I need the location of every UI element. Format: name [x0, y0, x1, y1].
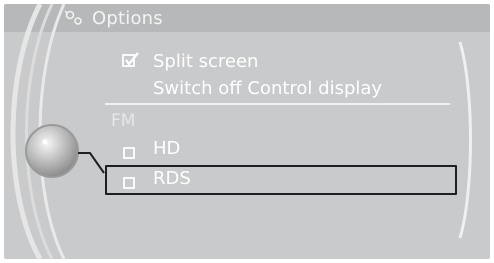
menu-item-switch-off-control-display[interactable]: Switch off Control display [153, 78, 382, 99]
menu-item-hd[interactable]: HD [153, 138, 180, 159]
menu-item-split-screen[interactable]: Split screen [153, 51, 258, 72]
unchecked-checkbox-icon [123, 144, 135, 163]
control-display-screen: Options Split screen Switch off Control … [4, 4, 490, 259]
section-label-fm: FM [111, 111, 136, 131]
screen-title: Options [92, 8, 163, 29]
checked-checkbox-icon [122, 52, 140, 72]
divider [105, 103, 450, 105]
controller-knob-icon [18, 123, 108, 187]
unchecked-checkbox-icon [123, 174, 135, 193]
menu-item-rds[interactable]: RDS [153, 168, 191, 189]
scrollbar[interactable] [458, 40, 476, 244]
options-icon [64, 10, 84, 30]
